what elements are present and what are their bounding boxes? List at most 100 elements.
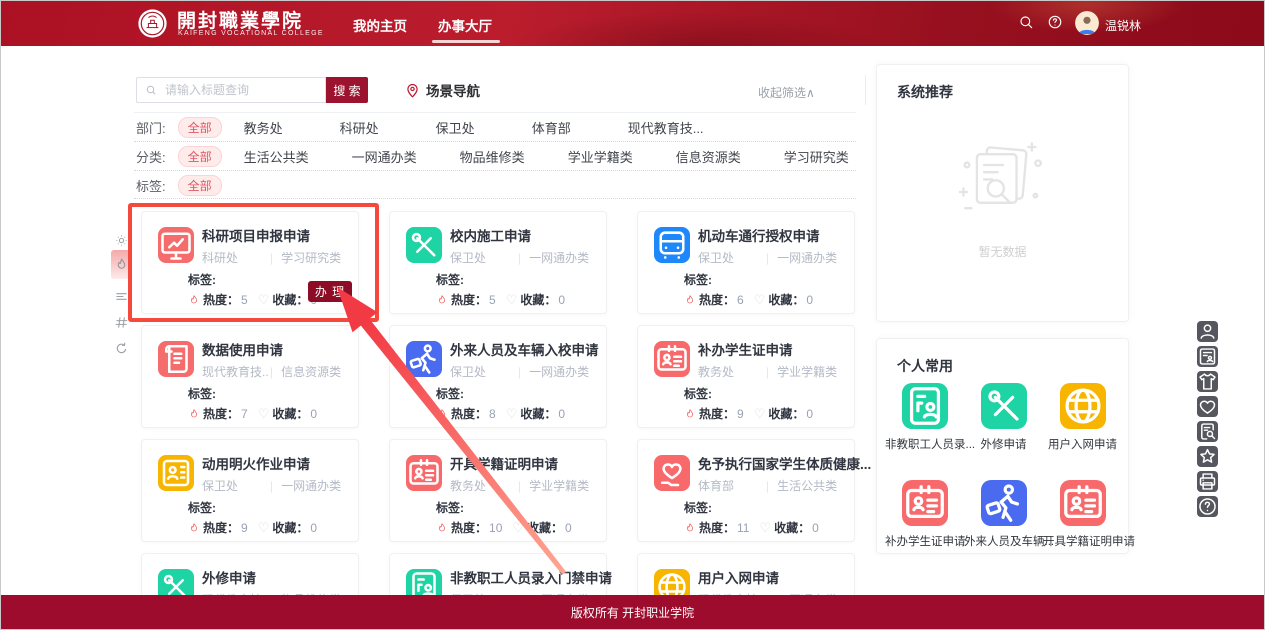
tag-label: 标签: (436, 385, 464, 402)
service-card-visitor-entry[interactable]: 外来人员及车辆入校申请 保卫处|一网通办类 标签: 热度：8 ♡ 收藏：0 (389, 325, 607, 428)
heart-icon: ♡ (258, 292, 270, 308)
refresh-icon[interactable] (114, 341, 129, 356)
flame-icon[interactable] (114, 257, 129, 272)
heart-icon: ♡ (506, 406, 518, 422)
empty-state-text: 暂无数据 (877, 243, 1128, 260)
personal-item-label: 外来人员及车辆... (964, 533, 1043, 549)
personal-frequent-panel: 个人常用 非教职工人员录... 外修申请 用户入网申请 补办学生证申请 外来人员… (876, 338, 1129, 554)
filter-label: 部门: (136, 118, 166, 137)
avatar[interactable] (1075, 11, 1099, 35)
personal-item-enrollment-cert[interactable]: 开具学籍证明申请 (1043, 480, 1122, 549)
visitor-icon (981, 480, 1027, 526)
service-card-fitness-test-exemption[interactable]: 免予执行国家学生体质健康... 体育部|生活公共类 标签: 热度：11 ♡ 收藏… (637, 439, 855, 542)
service-title: 补办学生证申请 (698, 339, 793, 359)
service-card-student-id-replacement[interactable]: 补办学生证申请 教务处|学业学籍类 标签: 热度：9 ♡ 收藏：0 (637, 325, 855, 428)
filter-option[interactable]: 科研处 (340, 118, 379, 137)
personal-item-network-access[interactable]: 用户入网申请 (1043, 383, 1122, 452)
flame-icon (436, 522, 448, 534)
personal-item-label: 外修申请 (964, 436, 1043, 452)
heart-icon: ♡ (754, 406, 766, 422)
filter-label: 分类: (136, 147, 166, 166)
heart-icon: ♡ (506, 292, 518, 308)
nav-my-homepage[interactable]: 我的主页 (353, 15, 407, 35)
filter-option[interactable]: 生活公共类 (244, 147, 309, 166)
map-pin-icon (404, 82, 421, 99)
shirt-icon[interactable] (1197, 371, 1218, 392)
service-title: 外来人员及车辆入校申请 (450, 339, 599, 359)
personal-item-nonstaff-access[interactable]: 非教职工人员录... (885, 383, 964, 452)
service-card-enrollment-certificate[interactable]: 开具学籍证明申请 教务处|学业学籍类 标签: 热度：10 ♡ 收藏：0 (389, 439, 607, 542)
filter-option[interactable]: 一网通办类 (352, 147, 417, 166)
personal-item-visitor-entry[interactable]: 外来人员及车辆... (964, 480, 1043, 549)
handle-button[interactable]: 办 理 (308, 281, 352, 302)
personal-item-label: 非教职工人员录... (885, 436, 964, 452)
user-icon[interactable] (1197, 321, 1218, 342)
title-search-field[interactable] (136, 77, 326, 103)
service-card-campus-construction[interactable]: 校内施工申请 保卫处|一网通办类 标签: 热度：5 ♡ 收藏：0 (389, 211, 607, 314)
app-header: 開封職業學院 KAIFENG VOCATIONAL COLLEGE 我的主页 办… (1, 1, 1264, 46)
tag-label: 标签: (684, 271, 712, 288)
system-recommend-panel: 系统推荐 暂无数据 (876, 64, 1129, 322)
filter-option-all[interactable]: 全部 (178, 175, 222, 196)
service-card-grid: 科研项目申报申请 科研处|学习研究类 标签: 热度：5 ♡ 收藏：0 办 理 校… (141, 211, 855, 630)
tools-icon (981, 383, 1027, 429)
personal-grid: 非教职工人员录... 外修申请 用户入网申请 补办学生证申请 外来人员及车辆..… (885, 383, 1122, 549)
globe-icon (1060, 383, 1106, 429)
username[interactable]: 温锐林 (1105, 17, 1141, 34)
service-title: 校内施工申请 (450, 225, 531, 245)
doc-user-icon[interactable] (1197, 346, 1218, 367)
divider (865, 75, 866, 105)
doc-search-icon[interactable] (1197, 421, 1218, 442)
personal-item-external-repair[interactable]: 外修申请 (964, 383, 1043, 452)
nav-service-hall[interactable]: 办事大厅 (438, 15, 492, 35)
filter-label: 标签: (136, 176, 166, 195)
service-title: 外修申请 (202, 567, 256, 587)
service-card-open-fire-work[interactable]: 动用明火作业申请 保卫处|一网通办类 标签: 热度：9 ♡ 收藏：0 (141, 439, 359, 542)
list-icon[interactable] (114, 289, 129, 304)
service-stats: 热度：11 ♡ 收藏：0 (684, 519, 821, 536)
filter-option-all[interactable]: 全部 (178, 146, 222, 167)
flame-icon (188, 294, 200, 306)
help-icon[interactable] (1047, 14, 1063, 30)
empty-docs-search-icon (949, 133, 1057, 233)
question-icon[interactable] (1197, 496, 1218, 517)
printer-icon[interactable] (1197, 471, 1218, 492)
floating-toolbar (1197, 321, 1218, 517)
star-icon[interactable] (1197, 446, 1218, 467)
access-doc-icon (902, 383, 948, 429)
flame-icon (436, 408, 448, 420)
sun-icon[interactable] (114, 233, 129, 248)
filter-option[interactable]: 保卫处 (436, 118, 475, 137)
personal-item-student-id[interactable]: 补办学生证申请 (885, 480, 964, 549)
heart-icon: ♡ (759, 520, 771, 536)
filter-row-department: 部门: 全部 教务处 科研处 保卫处 体育部 现代教育技... (136, 118, 761, 136)
service-stats: 热度：10 ♡ 收藏：0 (436, 519, 574, 536)
service-title: 免予执行国家学生体质健康... (698, 453, 871, 473)
filter-option[interactable]: 体育部 (532, 118, 571, 137)
scene-navigation-link[interactable]: 场景导航 (404, 80, 480, 100)
heart-icon[interactable] (1197, 396, 1218, 417)
filter-option[interactable]: 现代教育技... (628, 118, 704, 137)
bus-icon (654, 227, 690, 263)
filter-option[interactable]: 物品维修类 (460, 147, 525, 166)
search-icon[interactable] (1018, 14, 1034, 30)
search-input[interactable] (163, 82, 317, 98)
college-name-cn: 開封職業學院 (177, 6, 303, 33)
service-card-data-usage[interactable]: 数据使用申请 现代教育技...|信息资源类 标签: 热度：7 ♡ 收藏：0 (141, 325, 359, 428)
divider (134, 112, 856, 113)
filter-option[interactable]: 信息资源类 (676, 147, 741, 166)
search-button[interactable]: 搜 索 (326, 77, 368, 103)
service-card-research-project[interactable]: 科研项目申报申请 科研处|学习研究类 标签: 热度：5 ♡ 收藏：0 办 理 (141, 211, 359, 314)
filter-option[interactable]: 教务处 (244, 118, 283, 137)
flame-icon (188, 522, 200, 534)
heart-icon: ♡ (754, 292, 766, 308)
filter-option[interactable]: 学习研究类 (784, 147, 849, 166)
collapse-filter-link[interactable]: 收起筛选∧ (758, 84, 815, 101)
hash-icon[interactable] (114, 315, 129, 330)
service-card-vehicle-pass[interactable]: 机动车通行授权申请 保卫处|一网通办类 标签: 热度：6 ♡ 收藏：0 (637, 211, 855, 314)
filter-option[interactable]: 学业学籍类 (568, 147, 633, 166)
service-stats: 热度：9 ♡ 收藏：0 (684, 405, 815, 422)
college-emblem-logo (137, 8, 168, 39)
filter-option-all[interactable]: 全部 (178, 117, 222, 138)
data-doc-icon (158, 341, 194, 377)
